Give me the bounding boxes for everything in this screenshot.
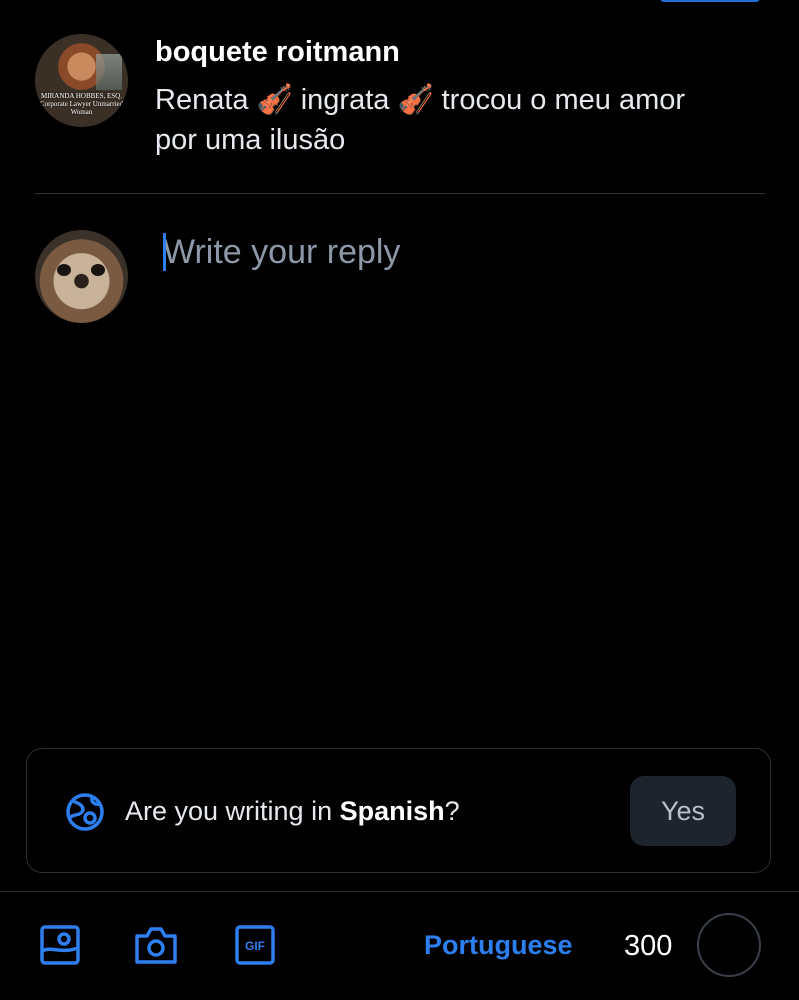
language-suggestion-banner: Are you writing in Spanish? Yes [26,748,771,873]
parent-author-name: boquete roitmann [155,36,400,68]
avatar-caption: MIRANDA HOBBES, ESQ. Corporate Lawyer Un… [39,92,124,116]
gif-button[interactable]: GIF [232,924,278,970]
image-icon [39,924,81,971]
confirm-language-button[interactable]: Yes [630,776,736,846]
svg-text:GIF: GIF [245,939,265,953]
language-question: Are you writing in Spanish? [125,796,460,827]
toolbar-divider [0,891,799,892]
language-question-prefix: Are you writing in [125,796,340,826]
camera-icon [133,924,179,971]
post-button-edge[interactable] [660,0,760,2]
camera-button[interactable] [133,924,179,970]
parent-post-text: Renata 🎻 ingrata 🎻 trocou o meu amor por… [155,84,686,156]
language-question-suffix: ? [444,796,460,826]
avatar-background-shape [96,54,122,90]
gif-icon: GIF [234,924,276,971]
reply-composer-screen: MIRANDA HOBBES, ESQ. Corporate Lawyer Un… [0,0,799,1000]
avatar-eye-left [57,264,71,276]
add-image-button[interactable] [37,924,83,970]
parent-author-avatar[interactable]: MIRANDA HOBBES, ESQ. Corporate Lawyer Un… [35,34,128,127]
post-language-selector[interactable]: Portuguese [424,930,573,961]
suggested-language: Spanish [339,796,445,826]
language-globe-icon [65,792,105,832]
text-caret [163,233,166,271]
character-count: 300 [624,930,673,962]
post-divider [35,193,765,194]
user-avatar[interactable] [35,230,128,323]
reply-input[interactable] [163,228,743,276]
avatar-eye-right [91,264,105,276]
character-progress-ring [697,913,761,977]
